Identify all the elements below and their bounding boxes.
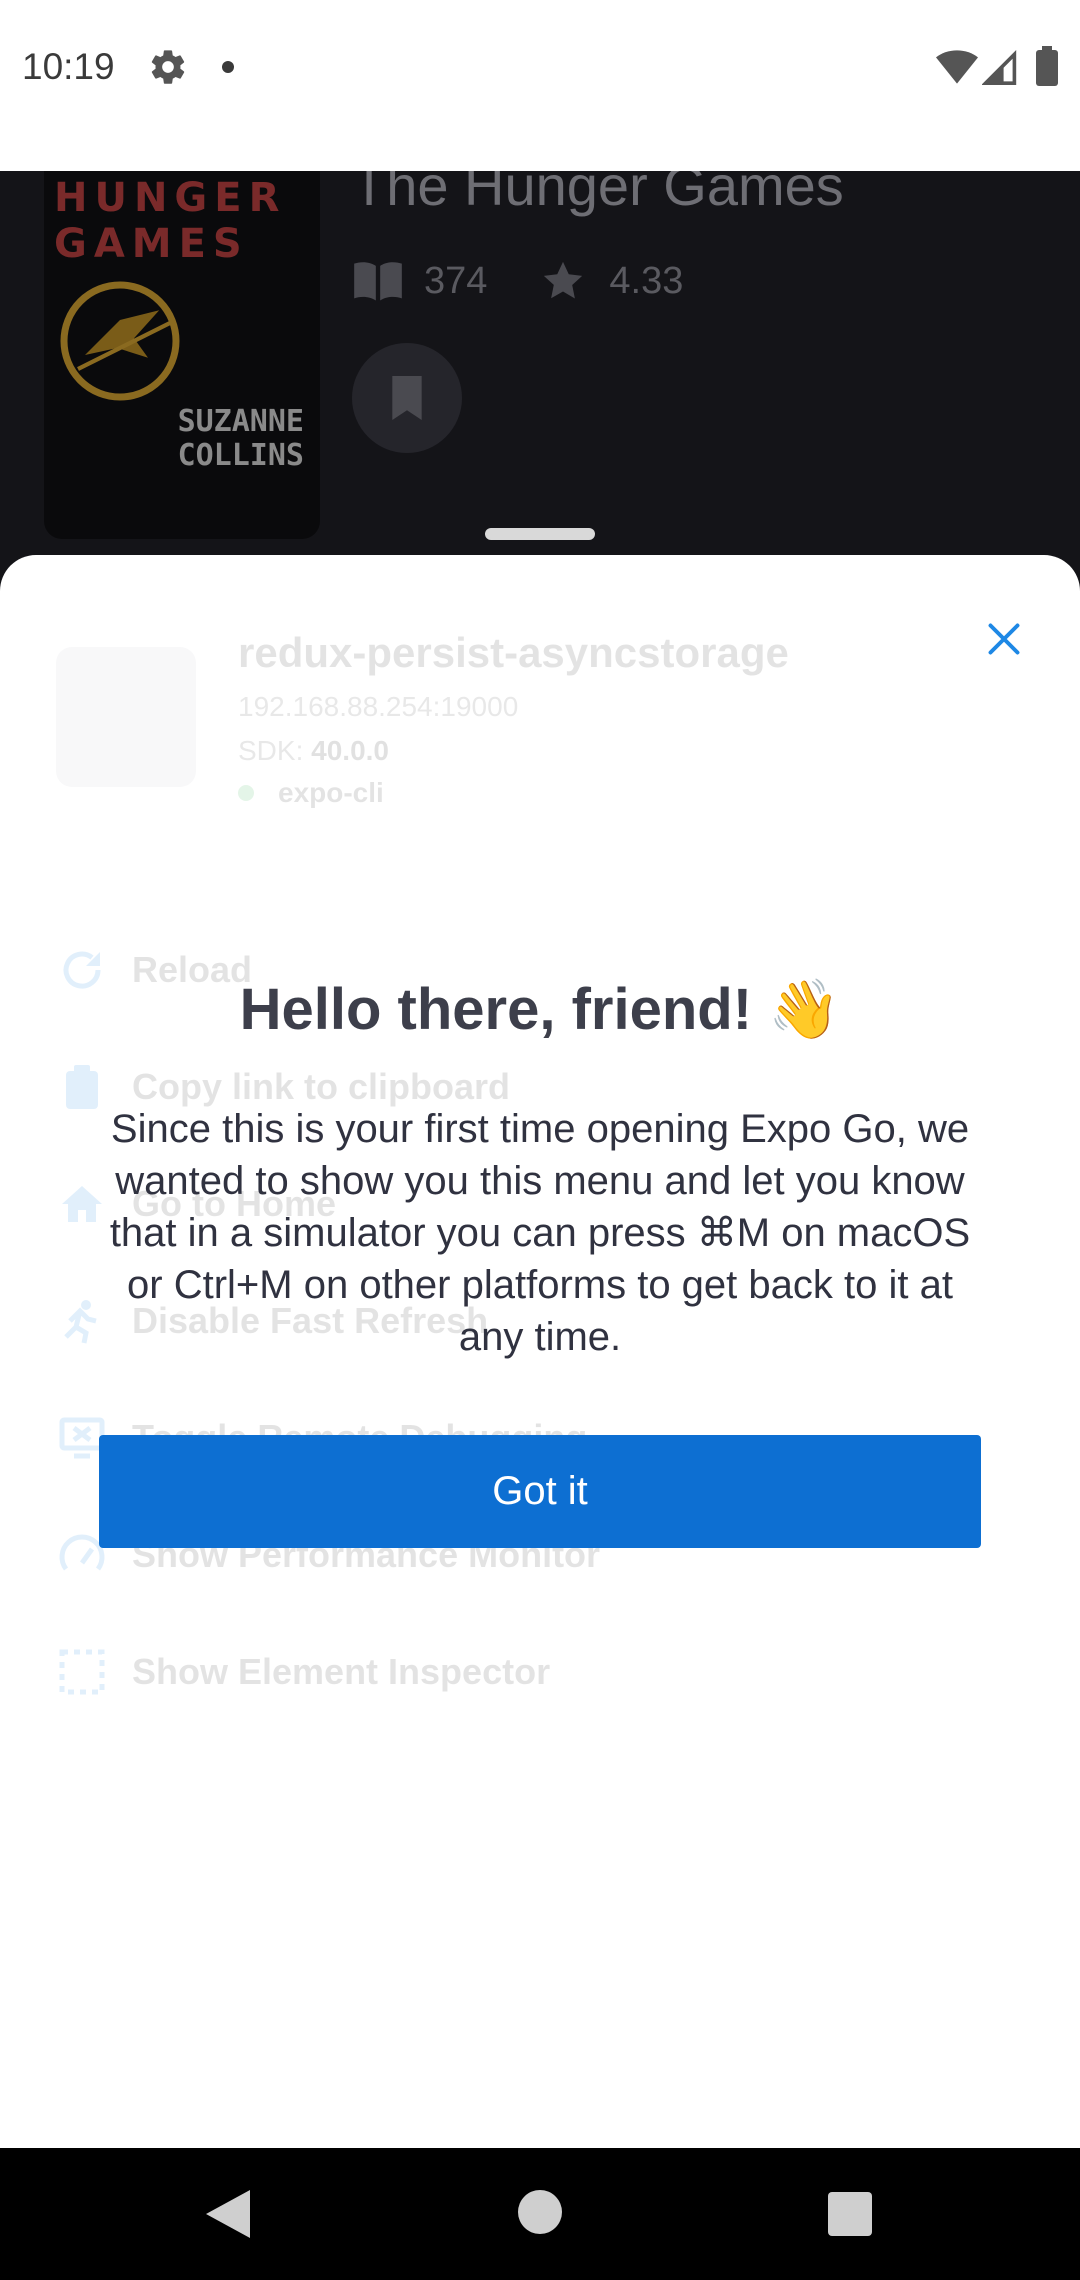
onboarding-heading: Hello there, friend! 👋	[239, 975, 841, 1043]
inspector-icon	[59, 1649, 105, 1695]
star-icon	[544, 261, 583, 299]
book-cover: HUNGER GAMES SUZANNE COLLINS	[44, 171, 320, 539]
project-runtime: expo-cli	[238, 777, 384, 809]
notification-dot-icon	[222, 61, 234, 73]
recents-icon[interactable]	[828, 2192, 872, 2236]
status-time: 10:19	[22, 46, 115, 87]
sheet-drag-handle[interactable]	[485, 528, 595, 540]
status-dot-icon	[238, 785, 254, 801]
bookmark-icon	[392, 376, 422, 420]
book-meta: 374 4.33	[352, 253, 683, 309]
project-icon	[56, 647, 196, 787]
wave-icon: 👋	[768, 975, 841, 1043]
cover-title: HUNGER GAMES	[54, 175, 287, 267]
close-button[interactable]	[978, 613, 1030, 665]
project-sdk: SDK: 40.0.0	[238, 735, 389, 766]
app-background: HUNGER GAMES SUZANNE COLLINS The Hunger …	[0, 171, 1080, 591]
status-bar: 10:19	[0, 0, 1080, 171]
dev-menu-sheet: redux-persist-asyncstorage 192.168.88.25…	[0, 555, 1080, 2148]
navigation-bar	[0, 2148, 1080, 2280]
book-title: The Hunger Games	[352, 171, 844, 217]
close-icon	[988, 623, 1020, 655]
mockingjay-pin-image	[60, 281, 180, 401]
signal-icon	[982, 50, 1017, 85]
wifi-icon	[936, 50, 978, 84]
got-it-button[interactable]: Got it	[99, 1435, 981, 1548]
page-count: 374	[424, 259, 488, 302]
onboarding-body: Since this is your first time opening Ex…	[109, 1107, 971, 1359]
rating: 4.33	[609, 259, 684, 302]
home-nav-icon[interactable]	[518, 2190, 562, 2234]
project-name: redux-persist-asyncstorage	[238, 629, 789, 676]
battery-icon	[1036, 46, 1058, 86]
bookmark-button[interactable]	[352, 343, 462, 453]
gear-icon	[151, 50, 185, 84]
cover-author: SUZANNE COLLINS	[177, 404, 304, 473]
project-host: 192.168.88.254:19000	[238, 691, 519, 722]
menu-item-element-inspector[interactable]: Show Element Inspector	[58, 1647, 550, 1697]
book-open-icon	[354, 262, 402, 301]
back-icon[interactable]	[206, 2190, 250, 2238]
